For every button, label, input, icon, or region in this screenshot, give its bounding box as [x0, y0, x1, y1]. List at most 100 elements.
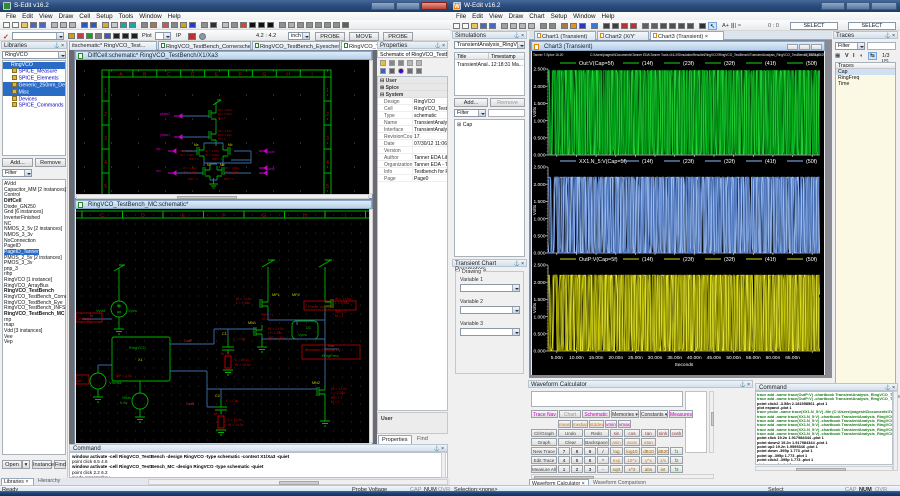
- svg-text:(23f): (23f): [683, 61, 694, 67]
- svg-text:WP = 1: WP = 1: [212, 157, 222, 161]
- svg-text:0.000: 0.000: [533, 349, 545, 355]
- svg-text:G: G: [262, 72, 266, 78]
- svg-text:C1: C1: [222, 332, 227, 336]
- svg-text:(50f): (50f): [806, 61, 817, 67]
- svg-text:0.500: 0.500: [533, 234, 545, 240]
- svg-text:50.00n: 50.00n: [726, 355, 741, 361]
- svg-text:2.000: 2.000: [533, 182, 545, 188]
- svg-text:65.00n: 65.00n: [785, 355, 800, 361]
- svg-text:MP2: MP2: [292, 293, 300, 297]
- svg-text:Volts: Volts: [532, 302, 538, 313]
- svg-text:H: H: [303, 213, 307, 219]
- svg-text:C: C: [167, 72, 171, 78]
- svg-text:3: 3: [326, 136, 329, 142]
- svg-text:Tanner T-Spice 16.20: Tanner T-Spice 16.20: [533, 53, 563, 57]
- svg-text:OutP: OutP: [184, 339, 193, 343]
- svg-text:1.500: 1.500: [533, 101, 545, 107]
- svg-text:12:18:31 08/29/12: 12:18:31 08/29/12: [804, 53, 824, 57]
- svg-text:35.00n: 35.00n: [667, 355, 682, 361]
- svg-text:I: I: [311, 72, 312, 78]
- svg-text:OutP:V(Cap=5f): OutP:V(Cap=5f): [579, 257, 618, 263]
- svg-text:5.00n: 5.00n: [551, 355, 563, 361]
- svg-text:1.000: 1.000: [533, 314, 545, 320]
- svg-text:Vpvs: Vpvs: [298, 332, 307, 337]
- svg-text:L = 0.28u: L = 0.28u: [335, 301, 349, 305]
- svg-text:0.500: 0.500: [533, 136, 545, 142]
- svg-text:outn: outn: [268, 150, 275, 154]
- svg-text:0.000: 0.000: [533, 153, 545, 159]
- svg-text:25.00n: 25.00n: [628, 355, 643, 361]
- svg-text:M = 1: M = 1: [221, 352, 230, 356]
- svg-text:20.00n: 20.00n: [608, 355, 623, 361]
- svg-text:MN1: MN1: [248, 321, 256, 325]
- svg-text:55.00n: 55.00n: [746, 355, 761, 361]
- svg-text:(14f): (14f): [642, 159, 653, 165]
- svg-text:5: 5: [326, 184, 329, 190]
- svg-text:XX1.N_5:V(Cap=5f): XX1.N_5:V(Cap=5f): [579, 159, 627, 165]
- svg-text:(32f): (32f): [724, 257, 735, 263]
- svg-text:WP = 1: WP = 1: [268, 336, 279, 340]
- svg-text:(32f): (32f): [724, 61, 735, 67]
- svg-text:Vpvs: Vpvs: [128, 308, 137, 313]
- svg-text:outp: outp: [268, 167, 275, 171]
- svg-text:G: G: [262, 213, 266, 219]
- svg-text:4: 4: [326, 160, 329, 166]
- svg-text:M = 1: M = 1: [218, 137, 226, 141]
- svg-text:2.000: 2.000: [533, 280, 545, 286]
- svg-text:5: 5: [104, 184, 107, 190]
- svg-text:L = 10.0u: L = 10.0u: [228, 418, 242, 422]
- svg-text:2.500: 2.500: [533, 165, 545, 171]
- svg-text:Mb: Mb: [228, 143, 233, 147]
- svg-text:WP = 1: WP = 1: [224, 177, 234, 181]
- svg-text:2.000: 2.000: [533, 84, 545, 90]
- svg-text:Volts: Volts: [532, 204, 538, 215]
- svg-text:10.00n: 10.00n: [569, 355, 584, 361]
- svg-text:60.00n: 60.00n: [766, 355, 781, 361]
- svg-text:(50f): (50f): [806, 257, 817, 263]
- svg-text:45.00n: 45.00n: [707, 355, 722, 361]
- svg-text:WP = 1: WP = 1: [188, 177, 198, 181]
- svg-text:MP1: MP1: [272, 293, 280, 297]
- svg-text:4: 4: [104, 160, 107, 166]
- svg-text:0.6v: 0.6v: [120, 400, 128, 405]
- svg-text:Out:V(Cap=5f): Out:V(Cap=5f): [579, 61, 614, 67]
- svg-text:DC: DC: [306, 326, 312, 330]
- svg-text:X1: X1: [138, 358, 143, 362]
- svg-text:15.00n: 15.00n: [589, 355, 604, 361]
- svg-text:C = Cap: C = Cap: [226, 399, 239, 403]
- svg-text:0.000: 0.000: [533, 251, 545, 257]
- svg-text:D: D: [141, 213, 145, 219]
- svg-text:WP = 1: WP = 1: [189, 157, 199, 161]
- svg-text:pbias1: pbias1: [160, 133, 170, 137]
- svg-text:1: 1: [104, 88, 107, 94]
- svg-text:WP = 2.5u: WP = 2.5u: [116, 374, 132, 378]
- svg-text:C:\Users\jnagesh\Documents\Tan: C:\Users\jnagesh\Documents\Tanner EDA\Ta…: [590, 53, 819, 57]
- svg-text:1.000: 1.000: [533, 118, 545, 124]
- svg-text:pbias2: pbias2: [160, 112, 170, 116]
- svg-text:M = 2: M = 2: [262, 317, 271, 321]
- svg-text:Prism Voltage: Prism Voltage: [308, 304, 333, 309]
- svg-text:(41f): (41f): [765, 61, 776, 67]
- svg-text:1.500: 1.500: [533, 297, 545, 303]
- svg-text:Seconds: Seconds: [675, 362, 694, 368]
- svg-text:30.00n: 30.00n: [648, 355, 663, 361]
- svg-text:RingVCO: RingVCO: [129, 345, 146, 350]
- svg-text:L = 0.28u: L = 0.28u: [331, 391, 345, 395]
- svg-text:VNoise: VNoise: [109, 380, 123, 385]
- svg-text:W = 10.0u: W = 10.0u: [228, 423, 244, 427]
- svg-text:(23f): (23f): [683, 159, 694, 165]
- svg-text:D: D: [191, 72, 195, 78]
- svg-text:Volts: Volts: [532, 106, 538, 117]
- svg-text:RingFreq: RingFreq: [322, 353, 338, 358]
- svg-text:F: F: [239, 72, 242, 78]
- svg-text:Out: Out: [328, 344, 334, 348]
- svg-text:L = 0.28u: L = 0.28u: [236, 301, 250, 305]
- svg-text:0.500: 0.500: [533, 332, 545, 338]
- svg-text:OutN: OutN: [186, 402, 195, 406]
- svg-text:inn: inn: [156, 169, 161, 173]
- svg-text:C: C: [100, 213, 104, 219]
- svg-text:I: I: [345, 213, 346, 219]
- svg-text:1.500: 1.500: [533, 199, 545, 205]
- svg-text:Mc: Mc: [207, 163, 212, 167]
- svg-text:Measure Frequency: Measure Frequency: [305, 347, 341, 352]
